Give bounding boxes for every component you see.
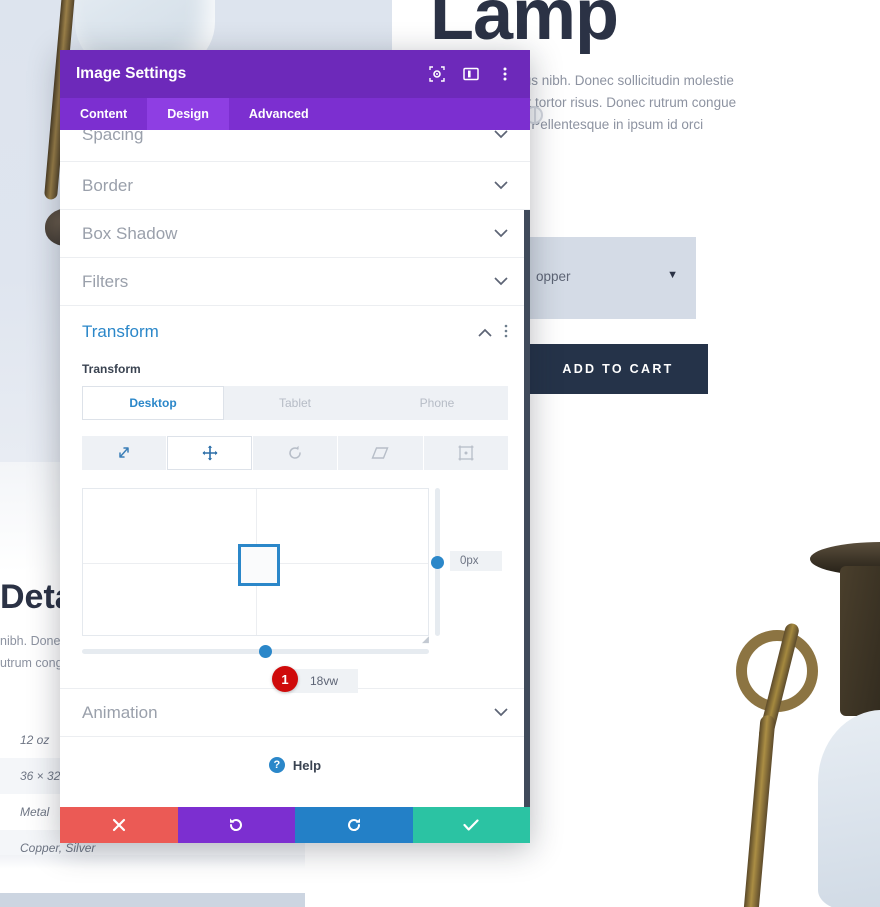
scale-icon[interactable] bbox=[82, 436, 167, 470]
horizontal-offset-wrap: 1 18vw bbox=[272, 666, 358, 693]
chevron-down-icon: ▼ bbox=[667, 269, 678, 281]
accordion-animation[interactable]: Animation bbox=[60, 689, 530, 737]
accordion-label: Animation bbox=[82, 702, 158, 722]
horizontal-slider-knob[interactable] bbox=[259, 645, 272, 658]
save-button[interactable] bbox=[412, 807, 530, 843]
accordion-box-shadow[interactable]: Box Shadow bbox=[60, 210, 530, 258]
details-divider bbox=[0, 855, 305, 869]
modal-footer bbox=[60, 807, 530, 843]
page-title: Lamp bbox=[430, 0, 619, 55]
variant-select[interactable]: opper ▼ bbox=[528, 237, 696, 319]
page-bottom-band bbox=[0, 893, 305, 907]
cancel-button[interactable] bbox=[60, 807, 178, 843]
device-tabs: Desktop Tablet Phone bbox=[82, 386, 508, 420]
accordion-label: Filters bbox=[82, 271, 129, 291]
skew-icon[interactable] bbox=[338, 436, 423, 470]
lamp-image-bottom-right bbox=[700, 510, 880, 907]
modal-title: Image Settings bbox=[76, 65, 187, 82]
product-description: tus nibh. Donec sollicitudin molestie et… bbox=[520, 70, 880, 136]
accordion-spacing[interactable]: Spacing bbox=[60, 130, 530, 162]
accordion-label: Box Shadow bbox=[82, 223, 178, 243]
vertical-offset-value[interactable]: 0px bbox=[450, 551, 502, 571]
modal-tabs: Content Design Advanced bbox=[60, 98, 530, 130]
tab-advanced[interactable]: Advanced bbox=[229, 98, 329, 130]
vertical-offset-slider[interactable] bbox=[431, 488, 444, 636]
help-icon: ? bbox=[268, 757, 285, 773]
vertical-slider-knob[interactable] bbox=[431, 556, 444, 569]
modal-body: Spacing Border Box Shadow Filters Transf… bbox=[60, 130, 530, 807]
accordion-transform: Transform Transform Desktop Tablet Phone… bbox=[60, 306, 530, 693]
undo-button[interactable] bbox=[177, 807, 295, 843]
step-badge: 1 bbox=[272, 666, 298, 692]
variant-select-value: opper bbox=[536, 269, 571, 284]
transform-grid[interactable] bbox=[82, 488, 429, 636]
origin-icon[interactable] bbox=[423, 436, 509, 470]
chevron-down-icon bbox=[494, 226, 508, 241]
transform-field-label: Transform bbox=[82, 362, 141, 376]
accordion-label: Transform bbox=[82, 322, 159, 341]
chevron-down-icon bbox=[494, 274, 508, 289]
add-to-cart-button[interactable]: ADD TO CART bbox=[528, 344, 708, 394]
tab-content[interactable]: Content bbox=[60, 98, 147, 130]
transform-handle[interactable] bbox=[238, 544, 280, 586]
device-tab-tablet[interactable]: Tablet bbox=[224, 386, 366, 420]
accordion-label: Spacing bbox=[82, 130, 144, 144]
chevron-down-icon bbox=[494, 178, 508, 193]
horizontal-offset-slider[interactable] bbox=[82, 645, 429, 658]
image-settings-modal: Image Settings Content Design Advanced S… bbox=[60, 50, 530, 843]
tab-design[interactable]: Design bbox=[147, 98, 229, 130]
more-options-icon[interactable] bbox=[496, 65, 514, 83]
accordion-filters[interactable]: Filters bbox=[60, 258, 530, 306]
screen: Lamp tus nibh. Donec sollicitudin molest… bbox=[0, 0, 880, 907]
accordion-label: Border bbox=[82, 175, 134, 195]
transform-options-icon[interactable] bbox=[504, 324, 508, 341]
description-line: et tortor risus. Donec rutrum congue bbox=[520, 95, 737, 110]
modal-scrollbar[interactable] bbox=[524, 210, 530, 807]
resize-grip-icon[interactable]: ◢ bbox=[422, 634, 429, 645]
transform-mode-tabs bbox=[82, 436, 509, 470]
description-line: tus nibh. Donec sollicitudin molestie bbox=[520, 73, 734, 88]
horizontal-offset-value[interactable]: 18vw bbox=[288, 669, 358, 693]
description-line: .. Pellentesque in ipsum id orci bbox=[520, 117, 704, 132]
device-tab-desktop[interactable]: Desktop bbox=[82, 386, 224, 420]
device-tab-phone[interactable]: Phone bbox=[366, 386, 508, 420]
chevron-down-icon bbox=[494, 130, 508, 142]
add-to-cart-label: ADD TO CART bbox=[562, 362, 674, 376]
transform-grid-wrap: 0px ◢ 1 18vw bbox=[82, 488, 508, 693]
help-label: Help bbox=[292, 757, 322, 773]
move-icon[interactable] bbox=[167, 436, 252, 470]
layout-panel-icon[interactable] bbox=[462, 65, 480, 83]
accordion-border[interactable]: Border bbox=[60, 162, 530, 210]
modal-header: Image Settings bbox=[60, 50, 530, 98]
redo-button[interactable] bbox=[295, 807, 413, 843]
chevron-down-icon bbox=[494, 705, 508, 720]
chevron-up-icon[interactable] bbox=[478, 325, 492, 340]
help-row[interactable]: ? Help bbox=[60, 737, 530, 793]
focus-target-icon[interactable] bbox=[428, 65, 446, 83]
rotate-icon[interactable] bbox=[252, 436, 338, 470]
